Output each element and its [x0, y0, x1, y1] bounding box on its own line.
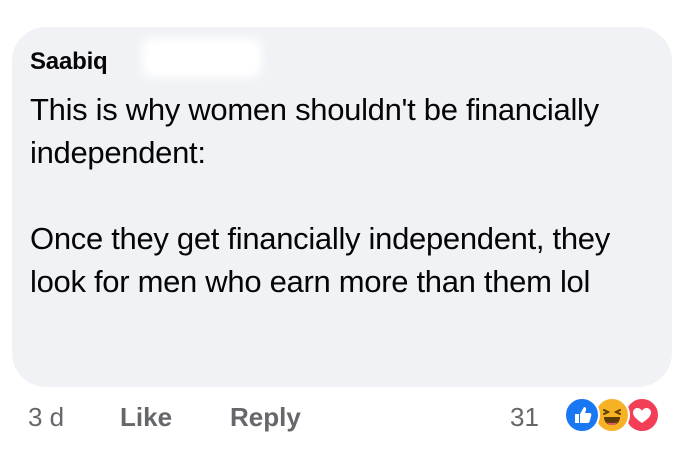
comment-paragraph: Once they get financially independent, t…: [30, 221, 610, 299]
redacted-name-overlay: [142, 38, 262, 78]
comment-paragraph: This is why women shouldn't be financial…: [30, 92, 599, 170]
comment-author[interactable]: Saabiq: [30, 48, 108, 76]
comment-body: This is why women shouldn't be financial…: [30, 88, 650, 303]
like-icon: [564, 397, 600, 433]
comment-screenshot: Saabiq This is why women shouldn't be fi…: [0, 0, 700, 452]
like-button[interactable]: Like: [120, 402, 172, 433]
reply-button[interactable]: Reply: [230, 402, 301, 433]
reactions-summary[interactable]: 31: [510, 396, 685, 436]
reaction-count: 31: [510, 402, 539, 432]
comment-timestamp[interactable]: 3 d: [28, 402, 64, 433]
